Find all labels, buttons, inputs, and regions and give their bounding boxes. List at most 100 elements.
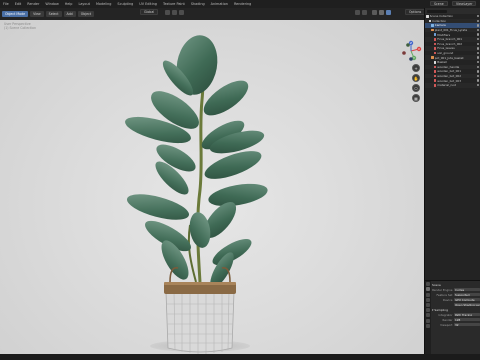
plant-leaves	[125, 35, 268, 288]
collection-icon	[428, 19, 432, 23]
snap-icon[interactable]	[172, 10, 177, 15]
visibility-eye-icon[interactable]	[476, 15, 479, 18]
gizmo-z-label: Z	[410, 41, 412, 45]
orientation-label: Global	[144, 10, 155, 14]
menu-edit[interactable]: Edit	[12, 2, 25, 6]
view-layer-label: ViewLayer	[456, 1, 473, 6]
menu-shading[interactable]: Shading	[188, 2, 208, 6]
visibility-eye-icon[interactable]	[476, 33, 479, 36]
visibility-eye-icon[interactable]	[476, 61, 479, 64]
property-label: Render	[442, 317, 453, 322]
property-value-field[interactable]: Open Shading Language	[454, 302, 480, 307]
menu-window[interactable]: Window	[42, 2, 61, 6]
visibility-eye-icon[interactable]	[476, 79, 479, 82]
mesh-icon	[431, 56, 434, 59]
plant-render	[125, 35, 268, 354]
property-label: Render Engine	[432, 287, 453, 292]
mesh-icon	[433, 83, 437, 87]
3d-viewport[interactable]: User Perspective (1) Scene Collection X …	[0, 20, 424, 354]
property-value-field[interactable]: Cycles	[454, 287, 480, 292]
properties-tabs	[425, 281, 431, 354]
property-value-field[interactable]: Path Tracing	[454, 312, 480, 317]
sampling-label: Sampling	[434, 307, 448, 312]
visibility-eye-icon[interactable]	[476, 47, 479, 50]
object-mode-button[interactable]: Object Mode	[2, 11, 29, 17]
property-label: Viewport	[440, 322, 453, 327]
xray-icon[interactable]	[362, 10, 367, 15]
options-label: Options	[409, 10, 422, 14]
select-button[interactable]: Select	[45, 11, 62, 17]
visibility-eye-icon[interactable]	[476, 56, 479, 59]
sampling-rows: Integrator Path Tracing Render 128 Viewport 3…	[432, 312, 480, 327]
menu-file[interactable]: File	[0, 2, 12, 6]
outliner-panel: Scene Collection Collection Camera plant_00…	[424, 8, 480, 280]
outliner-row[interactable]: material_rust	[425, 82, 480, 88]
visibility-eye-icon[interactable]	[476, 19, 479, 23]
visibility-eye-icon[interactable]	[476, 42, 479, 46]
options-dropdown[interactable]: Options	[405, 9, 426, 15]
menu-uv-editing[interactable]: UV Editing	[136, 2, 160, 6]
status-bar	[0, 354, 480, 360]
visibility-eye-icon[interactable]	[476, 74, 479, 78]
render-tab-icon[interactable]	[426, 287, 430, 292]
visibility-eye-icon[interactable]	[476, 28, 479, 32]
visibility-eye-icon[interactable]	[476, 51, 479, 55]
pan-hand-icon[interactable]: ✋	[412, 74, 420, 82]
mesh-icon	[433, 79, 437, 82]
visibility-eye-icon[interactable]	[476, 24, 479, 27]
property-value-field[interactable]: 128	[454, 317, 480, 322]
material-tab-icon[interactable]	[426, 323, 430, 328]
menu-render[interactable]: Render	[24, 2, 42, 6]
property-value-field[interactable]: Supported	[454, 292, 480, 297]
object-button[interactable]: Object	[77, 11, 95, 17]
material-shading-icon[interactable]	[379, 10, 384, 15]
mesh-icon	[431, 28, 434, 32]
property-value-field[interactable]: GPU Compute	[454, 297, 480, 302]
menu-rendering[interactable]: Rendering	[231, 2, 254, 6]
scene-selector[interactable]: Scene	[430, 1, 448, 6]
render-settings-rows: Render Engine Cycles Feature Set Supported D…	[432, 287, 480, 307]
navigation-gizmo[interactable]: X Y Z	[400, 40, 422, 62]
zoom-icon[interactable]: +	[412, 64, 420, 72]
top-header: File Edit Render Window Help Layout Modeling Sc…	[0, 0, 480, 20]
outliner-search-input[interactable]	[427, 9, 447, 13]
add-button[interactable]: Add	[63, 11, 76, 17]
overlay-icon[interactable]	[355, 10, 360, 15]
object-tab-icon[interactable]	[426, 313, 430, 318]
proportional-edit-icon[interactable]	[179, 10, 184, 15]
camera-view-icon[interactable]: ⎔	[412, 84, 420, 92]
view-layer-selector[interactable]: ViewLayer	[452, 1, 477, 6]
orientation-dropdown[interactable]: Global	[140, 9, 159, 15]
property-value-field[interactable]: 32	[454, 322, 480, 327]
menu-layout[interactable]: Layout	[75, 2, 93, 6]
visibility-eye-icon[interactable]	[476, 84, 479, 87]
view-button[interactable]: View	[30, 11, 44, 17]
mesh-icon	[433, 51, 437, 55]
rendered-shading-icon[interactable]	[386, 10, 391, 15]
mesh-icon	[433, 70, 437, 73]
output-tab-icon[interactable]	[426, 292, 430, 297]
grid-perspective-icon[interactable]: ▦	[412, 94, 420, 102]
view-layer-tab-icon[interactable]	[426, 297, 430, 302]
world-tab-icon[interactable]	[426, 308, 430, 313]
menu-animation[interactable]: Animation	[208, 2, 231, 6]
visibility-eye-icon[interactable]	[476, 65, 479, 69]
pivot-icon[interactable]	[165, 10, 170, 15]
menu-help[interactable]: Help	[62, 2, 76, 6]
modifier-tab-icon[interactable]	[426, 318, 430, 323]
property-label: Device	[442, 297, 453, 302]
property-label: Integrator	[438, 312, 453, 317]
menu-texture-paint[interactable]: Texture Paint	[160, 2, 188, 6]
visibility-eye-icon[interactable]	[476, 70, 479, 73]
camera-icon	[431, 24, 434, 27]
solid-shading-icon[interactable]	[372, 10, 377, 15]
scene-tab-icon[interactable]	[426, 302, 430, 307]
mesh-icon	[433, 47, 437, 50]
menu-bar: File Edit Render Window Help Layout Modeling Sc…	[0, 0, 480, 8]
visibility-eye-icon[interactable]	[476, 38, 479, 41]
menu-sculpting[interactable]: Sculpting	[114, 2, 136, 6]
collection-icon	[426, 15, 429, 18]
menu-modeling[interactable]: Modeling	[93, 2, 114, 6]
tool-tab-icon[interactable]	[426, 282, 430, 287]
mesh-icon	[433, 60, 437, 64]
